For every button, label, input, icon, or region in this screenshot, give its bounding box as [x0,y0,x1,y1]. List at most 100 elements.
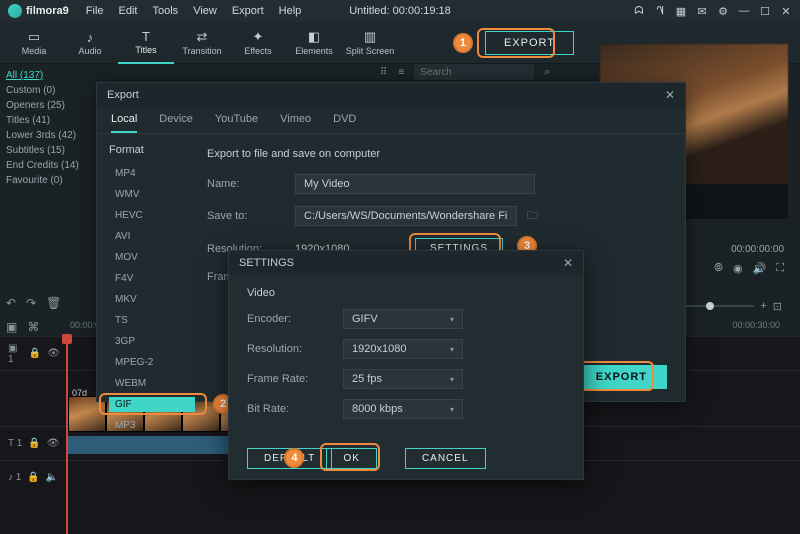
grid-view-icon[interactable]: ⠿ [380,67,388,78]
tab-elements[interactable]: ◧Elements [286,22,342,64]
lock-icon[interactable]: 🔒 [28,438,40,449]
folder-icon[interactable]: 🗀 [527,207,538,226]
encoder-select[interactable]: GIFV▾ [343,309,463,329]
sd-resolution-label: Resolution: [247,343,343,355]
settings-dialog: SETTINGS ✕ Video Encoder: GIFV▾ Resoluti… [228,250,584,480]
export-tab-device[interactable]: Device [159,113,193,133]
split-icon: ▥ [364,29,376,45]
export-panel-close-icon[interactable]: ✕ [665,88,675,102]
cat-openers[interactable]: Openers (25) [6,98,89,113]
maximize-icon[interactable]: ☐ [759,5,771,18]
document-title: Untitled: 00:00:19:18 [349,5,451,17]
volume-icon[interactable]: 🔊 [753,262,767,275]
delete-icon[interactable]: 🗑 [46,296,61,316]
settings-section-video: Video [247,287,565,299]
playhead[interactable] [66,336,68,534]
fmt-mpeg2[interactable]: MPEG-2 [109,355,189,370]
zoom-slider[interactable] [674,305,754,307]
cat-lower-3rds[interactable]: Lower 3rds (42) [6,128,89,143]
menu-edit[interactable]: Edit [113,3,144,19]
name-input[interactable] [295,174,535,194]
menu-help[interactable]: Help [273,3,308,19]
user-icon[interactable]: ᗣ [633,5,645,18]
search-icon[interactable]: ⌕ [544,66,550,79]
undo-icon[interactable]: ↶ [6,296,16,316]
cat-favourite[interactable]: Favourite (0) [6,173,89,188]
tab-audio[interactable]: ♪Audio [62,22,118,64]
cat-all[interactable]: All (137) [6,68,89,83]
tab-titles[interactable]: TTitles [118,22,174,64]
logo-icon [8,4,22,18]
menu-view[interactable]: View [187,3,223,19]
effects-icon: ✦ [253,29,264,45]
sd-resolution-select[interactable]: 1920x1080▾ [343,339,463,359]
track-audio-head[interactable]: ♪ 1🔒🔈 [0,472,60,483]
timeline-tools: ↶ ↷ 🗑 [6,296,106,316]
fmt-mp3[interactable]: MP3 [109,418,189,433]
fmt-mov[interactable]: MOV [109,250,189,265]
menu-tools[interactable]: Tools [147,3,185,19]
fmt-webm[interactable]: WEBM [109,376,189,391]
sd-framerate-select[interactable]: 25 fps▾ [343,369,463,389]
zoom-in-icon[interactable]: + [760,300,766,312]
cat-titles[interactable]: Titles (41) [6,113,89,128]
eye-icon[interactable]: 👁 [47,348,60,359]
settings-dialog-title: SETTINGS [239,257,294,269]
track-title-head[interactable]: T 1🔒👁 [0,438,60,449]
cancel-button[interactable]: CANCEL [405,448,486,469]
lock-icon[interactable]: 🔒 [29,348,41,359]
saveto-label: Save to: [207,210,285,222]
close-icon[interactable]: ✕ [780,5,792,18]
export-panel-export-button[interactable]: EXPORT [576,365,667,389]
tab-split-screen[interactable]: ▥Split Screen [342,22,398,64]
export-tab-local[interactable]: Local [111,113,137,133]
mail-icon[interactable]: ✉ [696,5,708,18]
fmt-mkv[interactable]: MKV [109,292,189,307]
export-tab-dvd[interactable]: DVD [333,113,356,133]
cart-icon[interactable]: ᗀ [654,5,666,18]
callout-1: 1 [453,33,473,53]
saveto-input[interactable] [295,206,517,226]
window-controls: ᗣ ᗀ ▦ ✉ ⚙ — ☐ ✕ [633,5,792,18]
format-list: Format MP4 WMV HEVC AVI MOV F4V MKV TS 3… [97,134,189,400]
transition-icon: ⇄ [197,29,208,45]
fmt-gif[interactable]: GIF [109,397,195,412]
apps-icon[interactable]: ▦ [675,5,687,18]
menu-export[interactable]: Export [226,3,270,19]
settings-dialog-close-icon[interactable]: ✕ [563,256,573,270]
format-header: Format [109,144,189,156]
tab-effects[interactable]: ✦Effects [230,22,286,64]
minimize-icon[interactable]: — [738,5,750,17]
snapshot-icon[interactable]: ⦾ [714,262,723,275]
cat-custom[interactable]: Custom (0) [6,83,89,98]
export-top-button[interactable]: EXPORT [485,31,574,55]
menu-file[interactable]: File [80,3,110,19]
list-view-icon[interactable]: ≡ [398,67,404,78]
chevron-down-icon: ▾ [450,315,454,324]
sd-bitrate-select[interactable]: 8000 kbps▾ [343,399,463,419]
fmt-mp4[interactable]: MP4 [109,166,189,181]
fmt-wmv[interactable]: WMV [109,187,189,202]
fullscreen-icon[interactable]: ⛶ [776,262,784,275]
fmt-hevc[interactable]: HEVC [109,208,189,223]
camera-icon[interactable]: ◉ [733,262,743,275]
cat-end-credits[interactable]: End Credits (14) [6,158,89,173]
gear-icon[interactable]: ⚙ [717,5,729,18]
fmt-3gp[interactable]: 3GP [109,334,189,349]
zoom-fit-icon[interactable]: ⊡ [773,300,782,313]
mute-icon[interactable]: 🔈 [46,472,58,483]
tab-media[interactable]: ▭Media [6,22,62,64]
export-tab-vimeo[interactable]: Vimeo [280,113,311,133]
lock-icon[interactable]: 🔒 [27,472,39,483]
export-tab-youtube[interactable]: YouTube [215,113,258,133]
fmt-avi[interactable]: AVI [109,229,189,244]
ok-button[interactable]: OK [326,448,376,469]
track-video-head[interactable]: ▣ 1🔒👁 [0,343,60,365]
fmt-f4v[interactable]: F4V [109,271,189,286]
search-input[interactable] [414,64,534,80]
fmt-ts[interactable]: TS [109,313,189,328]
cat-subtitles[interactable]: Subtitles (15) [6,143,89,158]
tab-transition[interactable]: ⇄Transition [174,22,230,64]
redo-icon[interactable]: ↷ [26,296,36,316]
eye-icon[interactable]: 👁 [47,438,60,449]
